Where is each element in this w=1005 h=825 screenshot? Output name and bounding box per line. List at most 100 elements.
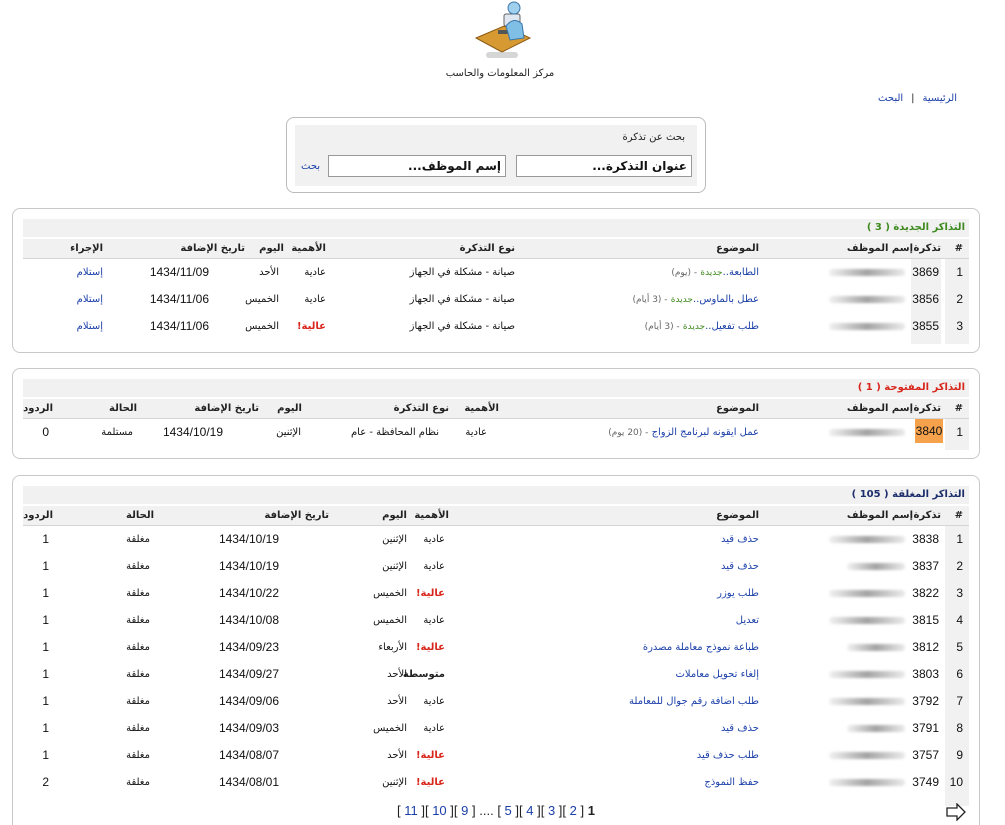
ticket-number: 3803 (912, 667, 939, 681)
search-button[interactable]: بحث (301, 161, 320, 172)
ticket-subject-link[interactable]: عطل بالماوس.. (693, 294, 759, 305)
ticket-status-new: جديدة (670, 295, 693, 305)
row-index: 4 (956, 613, 963, 627)
receive-ticket-link[interactable]: إستلام (77, 259, 103, 286)
ticket-replies: 1 (42, 640, 49, 654)
ticket-title-search-input[interactable] (516, 155, 692, 177)
ticket-status: مغلقة (126, 615, 150, 626)
redacted-name (829, 589, 905, 597)
ticket-subject-link[interactable]: طلب يوزر (717, 580, 759, 607)
ticket-subject-link[interactable]: طباعة نموذج معاملة مصدرة (643, 634, 759, 661)
employee-name-redacted (829, 419, 905, 446)
pager-ellipsis: .... (479, 803, 494, 818)
ticket-day: الخميس (373, 723, 407, 734)
ticket-status: مغلقة (126, 561, 150, 572)
col-status: الحالة (126, 510, 154, 521)
ticket-subject-link[interactable]: طلب حذف قيد (697, 742, 759, 769)
ticket-type: نظام المحافظة - عام (350, 427, 439, 438)
ticket-priority: عالية! (415, 642, 445, 653)
employee-name-redacted (829, 607, 905, 634)
pager-current: 1 (587, 803, 595, 818)
col-ticket: تذكرة (913, 403, 941, 414)
nav-search-link[interactable]: البحث (878, 93, 903, 104)
pager-page-link[interactable]: 11 (404, 803, 418, 818)
table-row: 8 3791 حذف قيد عادية الخميس 1434/09/03 مغلقة 1 (23, 715, 969, 742)
ticket-replies: 1 (42, 613, 49, 627)
col-type: نوع التذكرة (459, 243, 515, 254)
col-ticket: تذكرة (913, 243, 941, 254)
ticket-age: - (20 يوم) (608, 428, 649, 438)
next-arrow-icon[interactable] (945, 803, 967, 821)
ticket-status-new: جديدة (682, 322, 706, 332)
ticket-type: صيانة - مشكلة في الجهاز (409, 294, 515, 305)
pager-page-link[interactable]: 4 (526, 803, 533, 818)
ticket-subject-link[interactable]: عمل ايقونه لبرنامج الزواج (652, 427, 759, 438)
ticket-subject-link[interactable]: طلب اضافة رقم جوال للمعاملة (629, 688, 759, 715)
ticket-day: الإثنين (276, 427, 301, 438)
closed-tickets-title: التذاكر المغلقة (892, 489, 965, 500)
ticket-subject-link[interactable]: حفظ النموذج (704, 769, 759, 796)
table-row: 3 3855 طلب تفعيل..جديدة - (3 أيام) صيانة - … (23, 313, 969, 340)
table-row: 2 3837 حذف قيد عادية الإثنين 1434/10/19 مغلقة 1 (23, 553, 969, 580)
ticket-number-cell: 3840 (915, 419, 943, 446)
table-row: 3 3822 طلب يوزر عالية! الخميس 1434/10/22 مغلقة… (23, 580, 969, 607)
closed-tickets-head-row: # تذكرة إسم الموظف الموضوع الأهمية اليوم… (23, 506, 969, 526)
col-idx: # (954, 510, 963, 521)
row-index: 2 (956, 292, 963, 306)
ticket-status: مستلمة (101, 427, 133, 438)
row-index: 10 (949, 775, 963, 789)
pager-page-link[interactable]: 9 (461, 803, 468, 818)
employee-name-search-input[interactable] (328, 155, 506, 177)
row-index: 5 (956, 640, 963, 654)
pager-page-link[interactable]: 10 (432, 803, 446, 818)
closed-tickets-count: ( 105 ) (851, 489, 889, 500)
table-row: 1 3838 حذف قيد عادية الإثنين 1434/10/19 مغلقة 1 (23, 526, 969, 553)
ticket-date: 1434/10/19 (162, 425, 223, 439)
ticket-subject: الطابعة..جديدة - (يوم) (671, 259, 759, 286)
ticket-day: الأحد (259, 267, 279, 278)
col-priority: الأهمية (414, 510, 449, 521)
ticket-subject-link[interactable]: حذف قيد (721, 715, 759, 742)
ticket-subject-link[interactable]: طلب تفعيل.. (705, 321, 759, 332)
pager-page-link[interactable]: 5 (505, 803, 512, 818)
ticket-date: 1434/11/09 (149, 265, 209, 279)
ticket-day: الإثنين (382, 777, 407, 788)
table-row: 10 3749 حفظ النموذج عالية! الإثنين 1434/08/01… (23, 769, 969, 796)
ticket-subject-link[interactable]: إلغاء تحويل معاملات (676, 661, 759, 688)
nav-home-link[interactable]: الرئيسية (923, 93, 957, 104)
ticket-replies: 0 (42, 425, 49, 439)
receive-ticket-link[interactable]: إستلام (77, 313, 103, 340)
ticket-status-new: جديدة (700, 268, 723, 278)
employee-name-redacted (829, 526, 905, 553)
ticket-number: 3791 (912, 721, 939, 735)
ticket-subject-link[interactable]: حذف قيد (721, 526, 759, 553)
ticket-subject-link[interactable]: حذف قيد (721, 553, 759, 580)
ticket-subject-link[interactable]: تعديل (736, 607, 759, 634)
ticket-type: صيانة - مشكلة في الجهاز (409, 267, 515, 278)
ticket-priority: عادية (304, 294, 326, 305)
employee-name-redacted (847, 553, 905, 580)
pager-page-link[interactable]: 3 (548, 803, 555, 818)
pager-page-link[interactable]: 2 (570, 803, 577, 818)
ticket-priority: عادية (304, 267, 326, 278)
ticket-date: 1434/08/01 (218, 775, 279, 789)
ticket-subject-link[interactable]: الطابعة.. (723, 267, 759, 278)
row-index: 3 (956, 319, 963, 333)
table-row: 5 3812 طباعة نموذج معاملة مصدرة عالية! الأرب… (23, 634, 969, 661)
ticket-status: مغلقة (126, 588, 150, 599)
new-tickets-table: # تذكرة إسم الموظف الموضوع نوع التذكرة ا… (23, 239, 969, 344)
table-row: 6 3803 إلغاء تحويل معاملات متوسطة الأحد 1434/… (23, 661, 969, 688)
ticket-number: 3856 (912, 292, 939, 306)
ticket-priority: عادية (423, 534, 445, 545)
redacted-name (829, 322, 905, 330)
col-subject: الموضوع (716, 243, 759, 254)
ticket-replies: 1 (42, 694, 49, 708)
row-index: 2 (956, 559, 963, 573)
ticket-status: مغلقة (126, 642, 150, 653)
ticket-day: الأحد (387, 696, 407, 707)
ticket-date: 1434/09/27 (218, 667, 279, 681)
receive-ticket-link[interactable]: إستلام (77, 286, 103, 313)
ticket-priority: عالية! (415, 777, 445, 788)
redacted-name (847, 562, 905, 570)
col-added: تاريخ الإضافة (194, 403, 259, 414)
